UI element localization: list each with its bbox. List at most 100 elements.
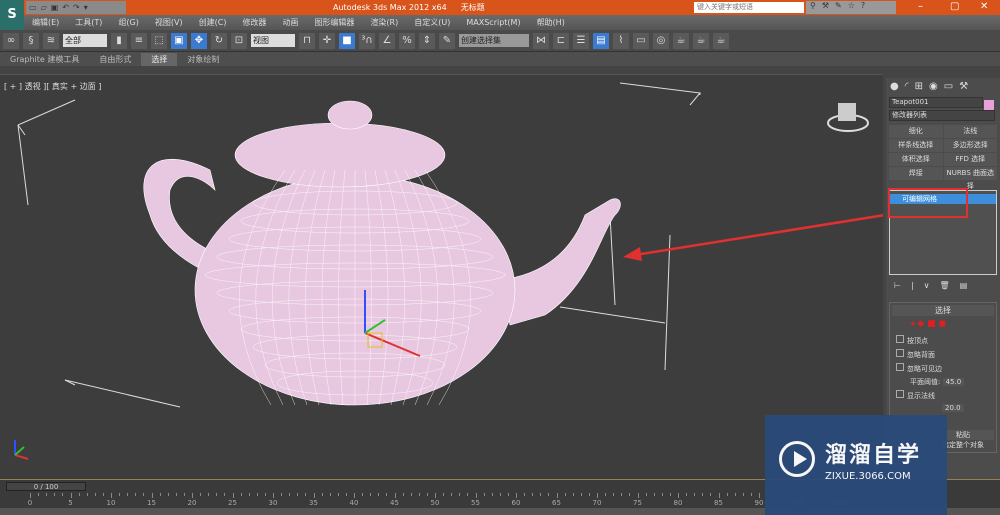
ribbon-tab[interactable]: 选择 — [141, 52, 178, 66]
modifier-button[interactable]: 法线 — [943, 125, 997, 138]
keyboard-shortcut-icon[interactable]: ■ — [339, 32, 355, 49]
percent-snap-icon[interactable]: % — [399, 32, 415, 49]
motion-tab-icon[interactable]: ◉ — [929, 81, 938, 92]
material-editor-icon[interactable]: ◎ — [653, 32, 669, 49]
satellite-icon[interactable]: ✎ — [835, 1, 842, 14]
object-color-swatch[interactable] — [984, 100, 994, 110]
bind-spacewarp-icon[interactable]: ≋ — [43, 32, 59, 49]
show-end-result-icon[interactable]: | — [911, 281, 914, 290]
manipulate-icon[interactable]: ✛ — [319, 32, 335, 49]
planar-thresh-spinner[interactable]: 45.0 — [942, 378, 965, 386]
rollout-title[interactable]: 选择 — [892, 305, 994, 316]
selection-filter-dropdown[interactable]: 全部 — [63, 34, 107, 47]
checkbox-show-normals[interactable]: 显示法线 — [896, 390, 990, 401]
mirror-icon[interactable]: ⋈ — [533, 32, 549, 49]
named-selection-set-dropdown[interactable]: 创建选择集 — [459, 34, 529, 47]
ribbon-tab[interactable]: 对象绘制 — [177, 53, 229, 66]
star-icon[interactable]: ☆ — [848, 1, 855, 14]
angle-snap-icon[interactable]: ∠ — [379, 32, 395, 49]
maximize-button[interactable]: ▢ — [950, 1, 959, 12]
frame-tick — [62, 493, 64, 496]
modifier-button[interactable]: 焊接 — [889, 167, 943, 180]
modify-tab-icon[interactable]: ◜ — [905, 81, 909, 92]
menu-item[interactable]: 视图(V) — [147, 17, 191, 28]
frame-tick — [127, 493, 129, 496]
select-object-icon[interactable]: ▮ — [111, 32, 127, 49]
menu-item[interactable]: 工具(T) — [67, 17, 110, 28]
schematic-icon[interactable]: ▭ — [633, 32, 649, 49]
wrench-icon[interactable]: ⚒ — [822, 1, 829, 14]
modifier-button[interactable]: 样条线选择 — [889, 139, 943, 152]
rendered-frame-icon[interactable]: ☕ — [693, 32, 709, 49]
pin-stack-icon[interactable]: ⊢ — [894, 281, 901, 290]
menu-item[interactable]: 图形编辑器 — [306, 17, 362, 28]
rect-selection-icon[interactable]: ⬚ — [151, 32, 167, 49]
modifier-list-dropdown[interactable]: 修改器列表 — [889, 110, 995, 121]
quick-access-toolbar[interactable]: ▭ ▱ ▣ ↶ ↷ ▾ — [26, 1, 126, 14]
menu-item[interactable]: 组(G) — [110, 17, 146, 28]
render-icon[interactable]: ☕ — [713, 32, 729, 49]
window-crossing-icon[interactable]: ▣ — [171, 32, 187, 49]
menu-item[interactable]: 编辑(E) — [24, 17, 67, 28]
teapot[interactable] — [143, 100, 621, 406]
viewport-label[interactable]: [ + ] 透视 ][ 真实 + 边面 ] — [4, 81, 101, 92]
menu-item[interactable]: 渲染(R) — [362, 17, 406, 28]
view-cube[interactable] — [827, 103, 869, 132]
help-icons[interactable]: ⚲ ⚒ ✎ ☆? — [806, 1, 896, 14]
binoculars-icon[interactable]: ⚲ — [810, 1, 816, 14]
minimize-button[interactable]: – — [918, 1, 923, 12]
scale-icon[interactable]: ⊡ — [231, 32, 247, 49]
align-icon[interactable]: ⊏ — [553, 32, 569, 49]
menu-item[interactable]: 动画 — [274, 17, 306, 28]
hierarchy-tab-icon[interactable]: ⊞ — [915, 81, 923, 92]
ribbon-toggle-icon[interactable]: ▤ — [593, 32, 609, 49]
modifier-button[interactable]: 体积选择 — [889, 153, 943, 166]
close-button[interactable]: ✕ — [980, 1, 988, 12]
menu-item[interactable]: 自定义(U) — [406, 17, 458, 28]
select-by-name-icon[interactable]: ≡ — [131, 32, 147, 49]
link-icon[interactable]: ∞ — [3, 32, 19, 49]
menu-item[interactable]: 修改器 — [234, 17, 274, 28]
checkbox-ignore-backfacing[interactable]: 忽略背面 — [896, 349, 990, 360]
spinner-snap-icon[interactable]: ⇕ — [419, 32, 435, 49]
object-name-input[interactable]: Teapot001 — [889, 97, 983, 108]
edit-named-sets-icon[interactable]: ✎ — [439, 32, 455, 49]
help-icon[interactable]: ? — [861, 1, 865, 14]
move-icon[interactable]: ✥ — [191, 32, 207, 49]
scale-spinner[interactable]: 20.0 — [942, 404, 964, 412]
menu-item[interactable]: MAXScript(M) — [458, 18, 528, 27]
layer-icon[interactable]: ☰ — [573, 32, 589, 49]
checkbox-ignore-visible-edges[interactable]: 忽略可见边 — [896, 363, 990, 374]
subobject-icons[interactable]: ·◂◆■◼ — [892, 316, 994, 332]
utilities-tab-icon[interactable]: ⚒ — [959, 81, 968, 92]
ribbon-tab[interactable]: 自由形式 — [89, 53, 141, 66]
checkbox-by-vertex[interactable]: 按顶点 — [896, 335, 990, 346]
make-unique-icon[interactable]: ∨ — [924, 281, 930, 290]
modifier-button[interactable]: FFD 选择 — [943, 153, 997, 166]
track-bar[interactable]: 0510152025303540455055606570758085909510… — [28, 493, 880, 509]
modifier-button[interactable]: 多边形选择 — [943, 139, 997, 152]
display-tab-icon[interactable]: ▭ — [944, 81, 953, 92]
create-tab-icon[interactable]: ● — [890, 81, 899, 92]
app-logo-button[interactable]: S — [0, 0, 24, 30]
menu-item[interactable]: 帮助(H) — [529, 17, 573, 28]
configure-sets-icon[interactable]: ▤ — [960, 281, 968, 290]
perspective-viewport[interactable]: [ + ] 透视 ][ 真实 + 边面 ] — [0, 74, 886, 479]
ribbon-tab[interactable]: Graphite 建模工具 — [0, 53, 89, 66]
menu-item[interactable]: 创建(C) — [191, 17, 235, 28]
remove-modifier-icon[interactable]: 🗑 — [940, 281, 950, 290]
unlink-icon[interactable]: § — [23, 32, 39, 49]
modifier-button[interactable]: 细化 — [889, 125, 943, 138]
rotate-icon[interactable]: ↻ — [211, 32, 227, 49]
search-input[interactable]: 键入关键字或短语 — [694, 2, 804, 13]
reference-coord-dropdown[interactable]: 视图 — [251, 34, 295, 47]
pivot-icon[interactable]: ⊓ — [299, 32, 315, 49]
modifier-stack[interactable]: 可编辑网格 — [888, 188, 997, 275]
curve-editor-icon[interactable]: ⌇ — [613, 32, 629, 49]
frame-tick — [313, 493, 315, 498]
snap-3d-icon[interactable]: ³∩ — [359, 32, 375, 49]
frame-tick — [605, 493, 607, 496]
modifier-button[interactable]: NURBS 曲面选择 — [943, 167, 997, 190]
time-slider[interactable]: 0 / 100 — [6, 482, 86, 491]
render-setup-icon[interactable]: ☕ — [673, 32, 689, 49]
